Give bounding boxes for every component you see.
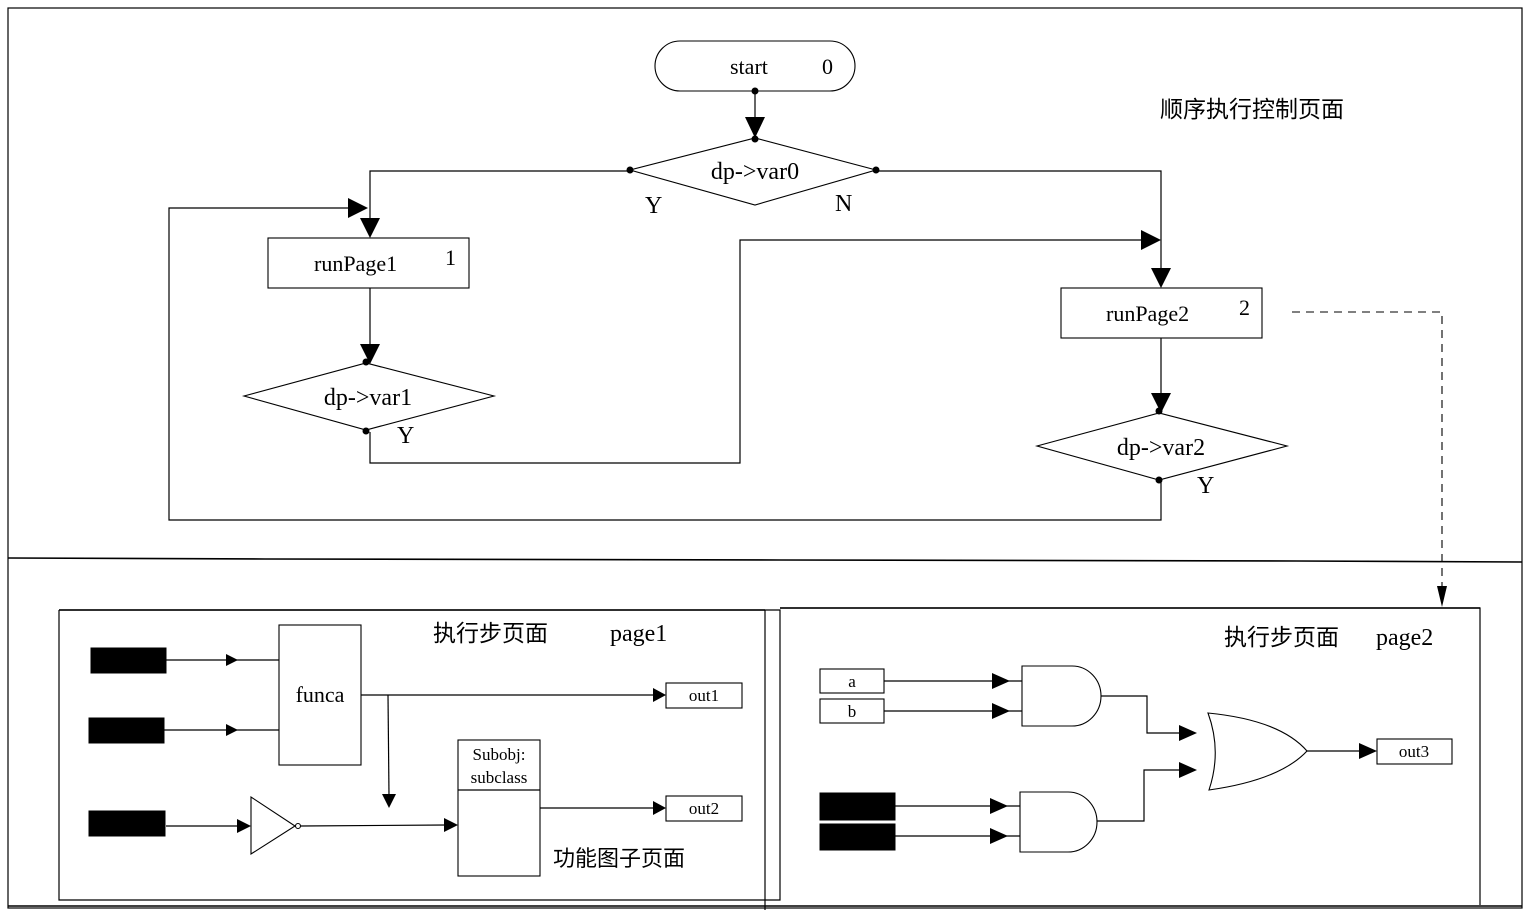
runpage2-label: runPage2	[1106, 301, 1189, 326]
step-runpage2[interactable]: runPage2 2	[1060, 287, 1263, 339]
wire	[1097, 769, 1190, 822]
decision-var0-label: dp->var0	[711, 159, 799, 185]
and-gate-2[interactable]	[1019, 791, 1098, 853]
funca-label: funca	[296, 682, 345, 707]
wire	[300, 824, 447, 827]
connector-dot	[1155, 407, 1163, 415]
start-label: start	[730, 54, 768, 79]
out3-label: out3	[1399, 742, 1429, 761]
not-gate-bubble	[294, 822, 302, 830]
connector-dot	[362, 427, 370, 435]
edge-var0-no	[876, 170, 1162, 278]
input-b-label: b	[848, 702, 857, 721]
arrow-down-icon	[360, 218, 380, 238]
runpage2-index: 2	[1239, 295, 1250, 320]
page2-frame	[780, 607, 1481, 905]
arrow-right-icon	[1179, 762, 1197, 778]
var1-yes-label: Y	[397, 423, 414, 449]
step-runpage1[interactable]: runPage1 1	[267, 237, 470, 289]
arrow-right-icon	[226, 654, 238, 666]
page2-name: page2	[1376, 625, 1433, 651]
decision-var1[interactable]: dp->var1	[241, 362, 497, 431]
var0-yes-label: Y	[645, 193, 662, 219]
control-page-title: 顺序执行控制页面	[1160, 97, 1344, 123]
out2-label: out2	[689, 799, 719, 818]
control-flowchart: 顺序执行控制页面 start 0 dp->var0 Y N runPage1 1…	[168, 40, 1447, 607]
wire	[387, 694, 390, 797]
input-block-1[interactable]	[90, 647, 167, 674]
arrow-right-icon	[990, 828, 1008, 844]
input-block-3[interactable]	[88, 810, 166, 837]
connector-dot	[751, 135, 759, 143]
runpage1-label: runPage1	[314, 251, 397, 276]
arrow-right-icon	[992, 673, 1010, 689]
subobj-label: Subobj:	[473, 745, 526, 764]
arrow-right-icon	[1179, 725, 1197, 741]
connector-dot	[626, 166, 634, 174]
diagram-canvas: 顺序执行控制页面 start 0 dp->var0 Y N runPage1 1…	[7, 7, 1523, 910]
input-block-2[interactable]	[88, 717, 165, 744]
subobj-block[interactable]: Subobj: subclass	[457, 739, 541, 877]
arrow-down-icon	[382, 794, 396, 808]
page1-title: 执行步页面	[433, 621, 548, 647]
arrow-right-icon	[1359, 743, 1377, 759]
connector-dot	[362, 358, 370, 366]
dashed-link-page2	[1292, 311, 1443, 590]
subpage-caption: 功能图子页面	[553, 847, 685, 872]
decision-var2[interactable]: dp->var2	[1034, 412, 1290, 481]
arrow-right-icon	[444, 818, 458, 832]
decision-var2-label: dp->var2	[1117, 435, 1205, 461]
arrow-down-icon	[745, 117, 765, 138]
input-block-4[interactable]	[819, 792, 896, 821]
arrow-down-icon	[1437, 586, 1447, 607]
arrow-right-icon	[237, 819, 251, 833]
or-gate[interactable]	[1207, 712, 1308, 791]
page2-panel: 执行步页面 page2 a b out3	[780, 607, 1481, 905]
input-block-5[interactable]	[819, 823, 896, 851]
start-index: 0	[822, 54, 833, 79]
arrow-right-icon	[226, 724, 238, 736]
arrow-right-icon	[1141, 230, 1161, 250]
wire	[1101, 695, 1190, 734]
subclass-label: subclass	[471, 768, 528, 787]
decision-var1-label: dp->var1	[324, 385, 412, 411]
arrow-right-icon	[990, 798, 1008, 814]
var2-yes-label: Y	[1197, 473, 1214, 499]
section-divider	[7, 557, 1523, 563]
out1-label: out1	[689, 686, 719, 705]
page1-panel: 执行步页面 page1 funca out1 Subobj: subclass …	[58, 609, 781, 910]
start-node[interactable]: start 0	[654, 40, 856, 92]
funca-block[interactable]: funca	[278, 624, 362, 766]
not-gate-body[interactable]	[250, 795, 297, 856]
page2-title: 执行步页面	[1224, 625, 1339, 651]
connector-dot	[872, 166, 880, 174]
and-gate-1[interactable]	[1021, 665, 1102, 727]
edge-var0-yes	[369, 170, 630, 228]
edge-var1-yes	[369, 239, 1150, 464]
not-gate[interactable]	[250, 795, 302, 856]
input-a-label: a	[848, 672, 856, 691]
page1-name: page1	[610, 621, 667, 647]
arrow-down-icon	[1151, 268, 1171, 288]
arrow-right-icon	[653, 801, 666, 815]
arrow-right-icon	[992, 703, 1010, 719]
runpage1-index: 1	[445, 245, 456, 270]
arrow-right-icon	[348, 198, 368, 218]
var0-no-label: N	[835, 191, 852, 217]
arrow-right-icon	[653, 688, 666, 702]
